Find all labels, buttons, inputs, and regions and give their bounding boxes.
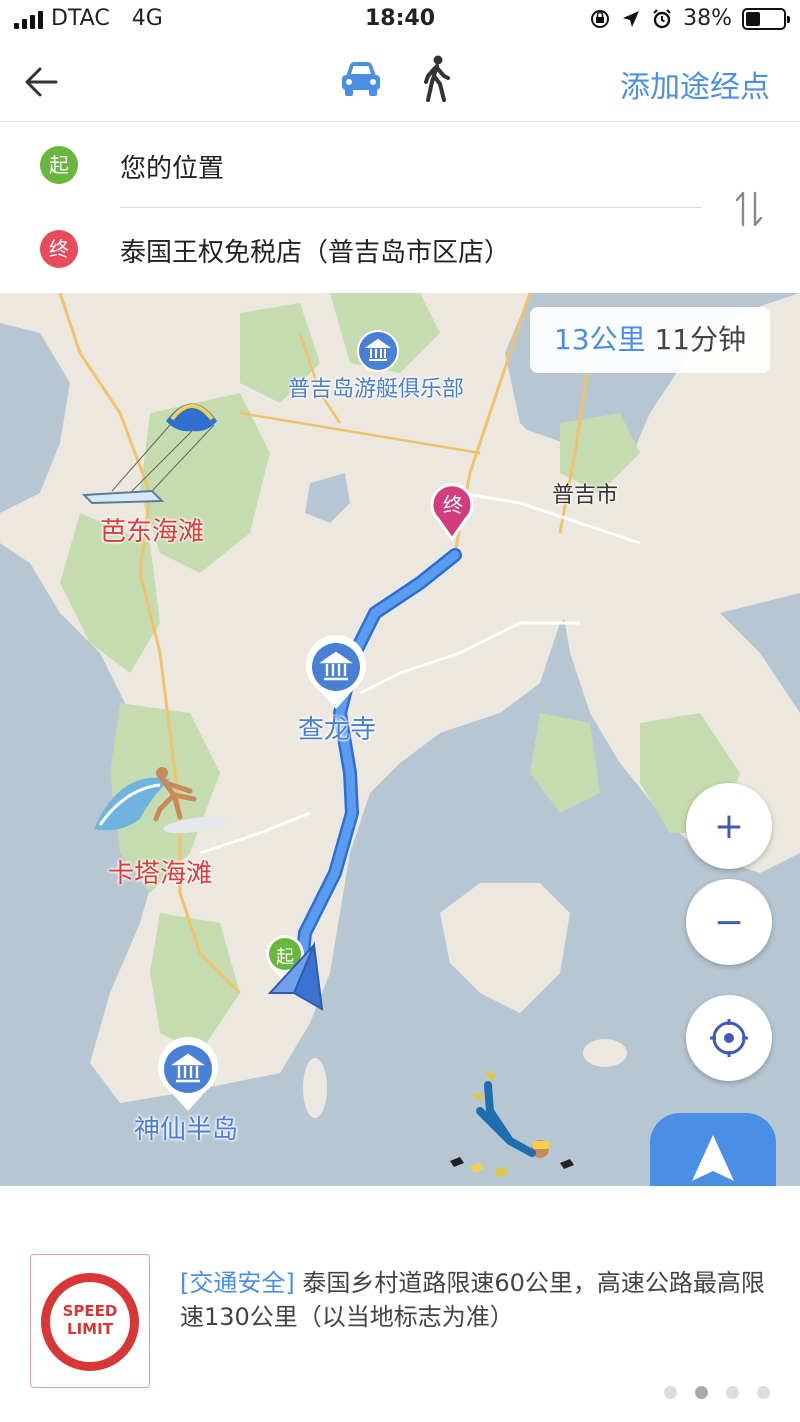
status-bar: DTAC 4G 18:40 38%	[0, 0, 800, 40]
map-view[interactable]: 13公里 11分钟 普吉岛游艇俱乐部 普吉市 芭东海滩 终 查龙寺 卡塔海滩 起…	[0, 293, 800, 1186]
walk-icon[interactable]	[418, 54, 454, 104]
chalong-temple-poi-icon[interactable]	[304, 635, 368, 711]
page-dot[interactable]	[695, 1386, 708, 1399]
page-indicator	[664, 1386, 770, 1399]
route-panel: 起 您的位置 终 泰国王权免税店（普吉岛市区店）	[0, 123, 800, 293]
navigate-arrow-icon	[692, 1135, 734, 1181]
start-badge: 起	[40, 146, 78, 184]
tip-tag: [交通安全]	[180, 1269, 295, 1297]
start-location-field[interactable]: 您的位置	[120, 148, 224, 185]
surfer-icon	[94, 767, 227, 834]
current-location-arrow-icon	[267, 941, 324, 1011]
alarm-icon	[653, 8, 671, 28]
yacht-club-poi-icon[interactable]	[356, 329, 400, 373]
promthep-cape-poi-icon[interactable]	[156, 1037, 220, 1113]
end-badge: 终	[40, 230, 78, 268]
kata-beach-label: 卡塔海滩	[108, 859, 213, 889]
route-duration: 11分钟	[654, 323, 747, 356]
back-arrow-icon[interactable]	[20, 60, 64, 104]
yacht-club-label: 普吉岛游艇俱乐部	[288, 377, 465, 402]
diver-icon	[450, 1071, 574, 1177]
car-icon[interactable]	[338, 56, 384, 102]
page-dot[interactable]	[726, 1386, 739, 1399]
zoom-out-button[interactable]: −	[686, 879, 772, 965]
locate-target-icon	[710, 1019, 748, 1057]
battery-icon	[742, 7, 790, 30]
navigate-button[interactable]: 导航	[650, 1113, 776, 1186]
route-summary: 13公里 11分钟	[530, 307, 770, 373]
speed-limit-card: SPEED LIMIT	[30, 1254, 150, 1388]
battery-percent: 38%	[683, 6, 732, 31]
status-right: 38%	[589, 6, 790, 31]
end-pin-label: 终	[443, 493, 463, 517]
chalong-temple-label: 查龙寺	[298, 715, 377, 745]
route-distance: 13公里	[553, 323, 646, 356]
nav-bar: 添加途经点	[0, 40, 800, 122]
tips-card: SPEED LIMIT [交通安全] 泰国乡村道路限速60公里，高速公路最高限速…	[0, 1186, 800, 1422]
speed-sign-line1: SPEED	[62, 1302, 118, 1320]
location-arrow-icon	[623, 10, 640, 27]
end-location-field[interactable]: 泰国王权免税店（普吉岛市区店）	[120, 232, 510, 269]
orientation-lock-icon	[591, 9, 610, 28]
route-divider	[120, 207, 702, 208]
locate-me-button[interactable]	[686, 995, 772, 1081]
parasail-icon	[82, 403, 217, 505]
tip-text: [交通安全] 泰国乡村道路限速60公里，高速公路最高限速130公里（以当地标志为…	[180, 1266, 780, 1334]
add-waypoint-button[interactable]: 添加途经点	[620, 62, 770, 106]
patong-beach-label: 芭东海滩	[100, 517, 205, 547]
zoom-in-button[interactable]: +	[686, 783, 772, 869]
page-dot[interactable]	[757, 1386, 770, 1399]
swap-icon[interactable]	[732, 189, 766, 229]
city-label: 普吉市	[552, 483, 619, 508]
promthep-cape-label: 神仙半岛	[134, 1115, 239, 1145]
page-dot[interactable]	[664, 1386, 677, 1399]
speed-limit-icon: SPEED LIMIT	[41, 1273, 139, 1371]
speed-sign-line2: LIMIT	[67, 1320, 113, 1338]
